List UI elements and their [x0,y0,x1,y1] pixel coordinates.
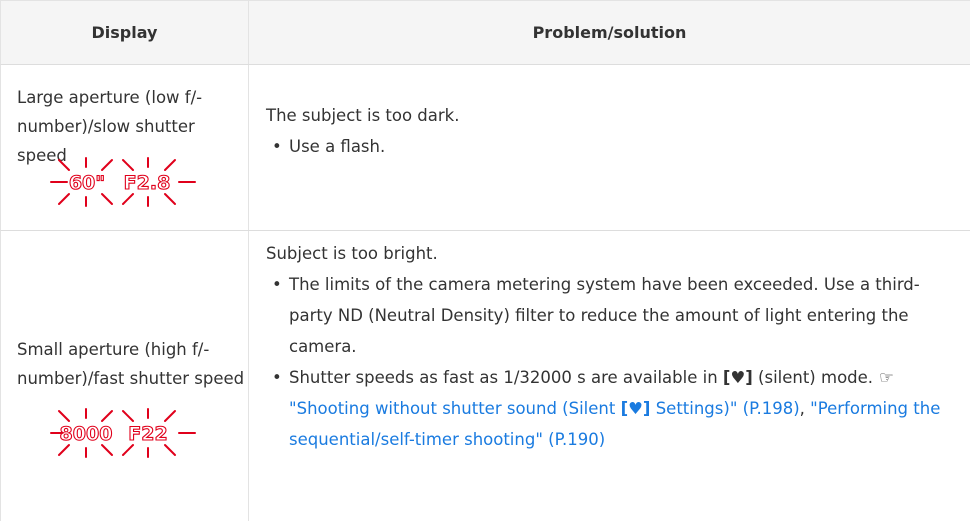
blink-ray [122,410,134,422]
blink-ray [58,444,70,456]
solution-text: Subject is too bright. The limits of the… [266,238,950,455]
shutter-speed-readout: 8000 [60,423,113,445]
blink-ray [101,159,113,171]
blink-ray [58,193,70,205]
solution-list: Use a flash. [266,131,950,162]
solution-cell: The subject is too dark. Use a flash. [249,65,970,230]
blink-ray [101,410,113,422]
blink-ray [122,193,134,205]
table-header-row: Display Problem/solution [0,0,970,65]
blink-ray [164,159,176,171]
separator: , [799,399,805,418]
table-row: Small aperture (high f/-number)/fast shu… [0,231,970,521]
list-item: Use a flash. [270,131,950,162]
blink-ray [164,444,176,456]
display-cell: Large aperture (low f/-number)/slow shut… [1,65,249,230]
bullet-text: Shutter speeds as fast as 1/32000 s are … [289,368,718,387]
table-row: Large aperture (low f/-number)/slow shut… [0,65,970,231]
blinking-exposure-indicator: 60" F2.8 [50,157,196,207]
problem-solution-table: Display Problem/solution Large aperture … [0,0,970,521]
blink-ray [101,444,113,456]
list-item: The limits of the camera metering system… [270,269,950,362]
solution-list: The limits of the camera metering system… [266,269,950,455]
list-item: Shutter speeds as fast as 1/32000 s are … [270,362,950,455]
header-display: Display [1,1,249,64]
blink-ray [122,444,134,456]
problem-text: The subject is too dark. [266,106,460,125]
solution-cell: Subject is too bright. The limits of the… [249,231,970,521]
link-text: "Shooting without shutter sound (Silent [289,399,616,418]
blink-ray [101,193,113,205]
bullet-text: (silent) mode. [758,368,874,387]
display-cell: Small aperture (high f/-number)/fast shu… [1,231,249,521]
blinking-exposure-indicator: 8000 F22 [50,408,196,458]
display-label: Small aperture (high f/-number)/fast shu… [17,340,245,388]
link-text: Settings)" (P.198) [655,399,800,418]
solution-text: The subject is too dark. Use a flash. [266,100,950,162]
blink-ray [58,410,70,422]
aperture-readout: F22 [128,423,167,445]
aperture-readout: F2.8 [124,172,171,194]
header-problem-solution: Problem/solution [532,23,687,42]
silent-mode-symbol: [♥] [620,399,651,418]
blink-ray [164,410,176,422]
blink-ray [164,193,176,205]
blink-ray [58,159,70,171]
silent-mode-symbol: [♥] [722,368,753,387]
blink-ray [122,159,134,171]
reference-pointer-icon: ☞ [879,368,894,387]
shutter-speed-readout: 60" [69,172,105,194]
link-silent-shooting[interactable]: "Shooting without shutter sound (Silent … [289,399,800,418]
problem-text: Subject is too bright. [266,244,438,263]
